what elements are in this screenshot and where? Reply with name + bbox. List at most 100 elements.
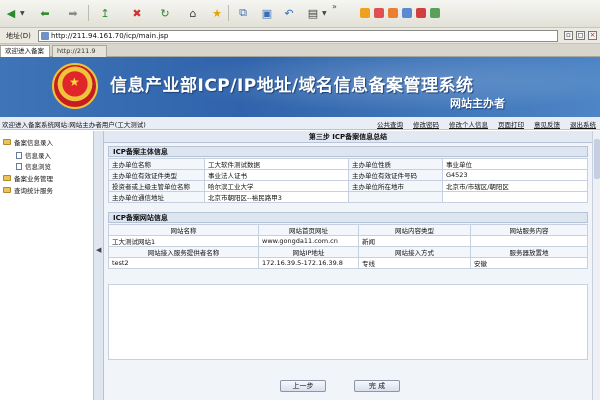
banner-subtitle: 网站主办者	[450, 97, 505, 110]
column-header: 网站IP地址	[258, 246, 359, 258]
document-icon	[16, 151, 22, 159]
sidebar-item-record-entry[interactable]: 备案信息录入	[3, 137, 53, 147]
ext-red-icon[interactable]	[374, 8, 384, 18]
field-value: 工大软件测试数据	[204, 158, 349, 170]
sidebar-item-info-entry[interactable]: 信息录入	[16, 150, 51, 160]
minimize-icon[interactable]: ▫	[564, 31, 573, 40]
field-label: 投资者或上级主管单位名称	[108, 180, 205, 192]
tab-inactive[interactable]: http://211.9	[52, 45, 107, 57]
section-web-heading: ICP备案网站信息	[108, 212, 588, 223]
table-cell: 工大测试网站1	[108, 235, 259, 247]
column-header: 网站服务内容	[470, 224, 588, 236]
chevron-down-icon[interactable]: ▼	[20, 10, 25, 17]
collapse-arrow-icon[interactable]: ◀	[96, 246, 101, 254]
top-links: 公共查询 修改密码 修改个人信息 页面打印 意见反馈 退出系统	[377, 119, 596, 129]
history-icon[interactable]: ⧉	[234, 4, 252, 22]
table-row: 工大测试网站1 www.gongda11.com.cn 新闻	[108, 235, 588, 247]
refresh-icon[interactable]: ↻	[156, 4, 174, 22]
field-label: 主办单位有效证件号码	[348, 169, 443, 181]
table-cell: test2	[108, 257, 259, 269]
column-header: 网站接入方式	[358, 246, 471, 258]
address-label: 地址(D)	[6, 32, 31, 40]
link-feedback[interactable]: 意见反馈	[534, 119, 560, 129]
table-row: 主办单位名称 工大软件测试数据 主办单位性质 事业单位	[108, 158, 588, 170]
ext-green-icon[interactable]	[430, 8, 440, 18]
site-banner: ★ 信息产业部ICP/IP地址/域名信息备案管理系统 网站主办者	[0, 57, 600, 117]
stop-icon[interactable]: ✖	[128, 4, 146, 22]
previous-step-button[interactable]: 上一步	[280, 380, 326, 392]
field-label: 主办单位名称	[108, 158, 205, 170]
url-text: http://211.94.161.70/icp/main.jsp	[51, 32, 169, 40]
field-value: 北京市/市辖区/朝阳区	[442, 180, 588, 192]
step-title: 第三步 ICP备案信息总结	[104, 131, 592, 143]
finish-button[interactable]: 完 成	[354, 380, 400, 392]
ext-blue-icon[interactable]	[402, 8, 412, 18]
table-header-row: 网站接入服务提供者名称 网站IP地址 网站接入方式 服务器放置地	[108, 246, 588, 258]
sidebar-item-query-stats[interactable]: 查询统计服务	[3, 185, 53, 195]
address-bar: 地址(D) http://211.94.161.70/icp/main.jsp	[0, 28, 600, 44]
home-icon[interactable]: ⌂	[184, 4, 202, 22]
overflow-chevron-icon[interactable]: »	[332, 2, 337, 11]
table-row: 投资者或上级主管单位名称 哈尔滨工业大学 主办单位所在地市 北京市/市辖区/朝阳…	[108, 180, 588, 192]
page-icon[interactable]: ▤	[304, 4, 322, 22]
favorites-star-icon[interactable]: ★	[208, 4, 226, 22]
forward-icon[interactable]: ➡	[64, 4, 82, 22]
tab-bar: 欢迎进入备案 http://211.9	[0, 44, 600, 57]
link-change-password[interactable]: 修改密码	[413, 119, 439, 129]
close-icon[interactable]: ×	[588, 31, 597, 40]
vertical-scrollbar[interactable]	[592, 131, 600, 400]
ext-bookmark-icon[interactable]	[388, 8, 398, 18]
table-cell: 安徽	[470, 257, 588, 269]
sidebar-splitter[interactable]: ◀	[93, 131, 103, 400]
field-value: 事业法人证书	[204, 169, 349, 181]
table-row: test2 172.16.39.5-172.16.39.8 专线 安徽	[108, 257, 588, 269]
folder-icon	[3, 139, 11, 145]
field-label	[348, 191, 443, 203]
field-value: 哈尔滨工业大学	[204, 180, 349, 192]
sidebar-item-label: 备案业务管理	[14, 175, 53, 183]
sidebar-item-info-browse[interactable]: 信息浏览	[16, 161, 51, 171]
table-cell: 172.16.39.5-172.16.39.8	[258, 257, 359, 269]
scrollbar-thumb[interactable]	[594, 139, 600, 179]
table-row: 主办单位有效证件类型 事业法人证书 主办单位有效证件号码 G4523	[108, 169, 588, 181]
sidebar-item-label: 信息浏览	[25, 163, 51, 171]
column-header: 服务器放置地	[470, 246, 588, 258]
field-value	[442, 191, 588, 203]
up-folder-icon[interactable]: ↥	[96, 4, 114, 22]
field-value: 北京市朝阳区--裕民路甲3	[204, 191, 349, 203]
link-print-page[interactable]: 页面打印	[498, 119, 524, 129]
back-arrow-icon[interactable]: ⬅	[36, 4, 54, 22]
table-cell: 专线	[358, 257, 471, 269]
ext-mail-icon[interactable]	[416, 8, 426, 18]
column-header: 网站接入服务提供者名称	[108, 246, 259, 258]
link-logout[interactable]: 退出系统	[570, 119, 596, 129]
welcome-text: 欢迎进入备案系统网站:网站主办者用户(工大测试)	[2, 121, 146, 129]
user-info-strip: 欢迎进入备案系统网站:网站主办者用户(工大测试) 公共查询 修改密码 修改个人信…	[0, 117, 600, 130]
link-edit-profile[interactable]: 修改个人信息	[449, 119, 488, 129]
undo-icon[interactable]: ↶	[280, 4, 298, 22]
sidebar-item-business-mgmt[interactable]: 备案业务管理	[3, 173, 53, 183]
column-header: 网站内容类型	[358, 224, 471, 236]
field-label: 主办单位所在地市	[348, 180, 443, 192]
field-value: G4523	[442, 169, 588, 181]
restore-icon[interactable]: ◻	[576, 31, 585, 40]
main-content: 第三步 ICP备案信息总结 ICP备案主体信息 主办单位名称 工大软件测试数据 …	[104, 131, 592, 400]
banner-title: 信息产业部ICP/IP地址/域名信息备案管理系统	[110, 76, 474, 96]
back-icon[interactable]: ◀	[2, 4, 20, 22]
sidebar-item-label: 查询统计服务	[14, 187, 53, 195]
sidebar-item-label: 备案信息录入	[14, 139, 53, 147]
tab-active[interactable]: 欢迎进入备案	[0, 45, 50, 57]
section-subject-heading: ICP备案主体信息	[108, 146, 588, 157]
folder-icon	[3, 187, 11, 193]
web-info-table: 网站名称 网站首页网址 网站内容类型 网站服务内容 工大测试网站1 www.go…	[108, 224, 588, 269]
table-cell: www.gongda11.com.cn	[258, 235, 359, 247]
field-label: 主办单位性质	[348, 158, 443, 170]
link-public-query[interactable]: 公共查询	[377, 119, 403, 129]
media-icon[interactable]: ▣	[258, 4, 276, 22]
ext-orange-icon[interactable]	[360, 8, 370, 18]
star-icon: ★	[69, 75, 80, 89]
url-input[interactable]: http://211.94.161.70/icp/main.jsp	[38, 30, 558, 42]
table-cell	[470, 235, 588, 247]
column-header: 网站名称	[108, 224, 259, 236]
chevron-down-icon[interactable]: ▼	[322, 10, 327, 17]
